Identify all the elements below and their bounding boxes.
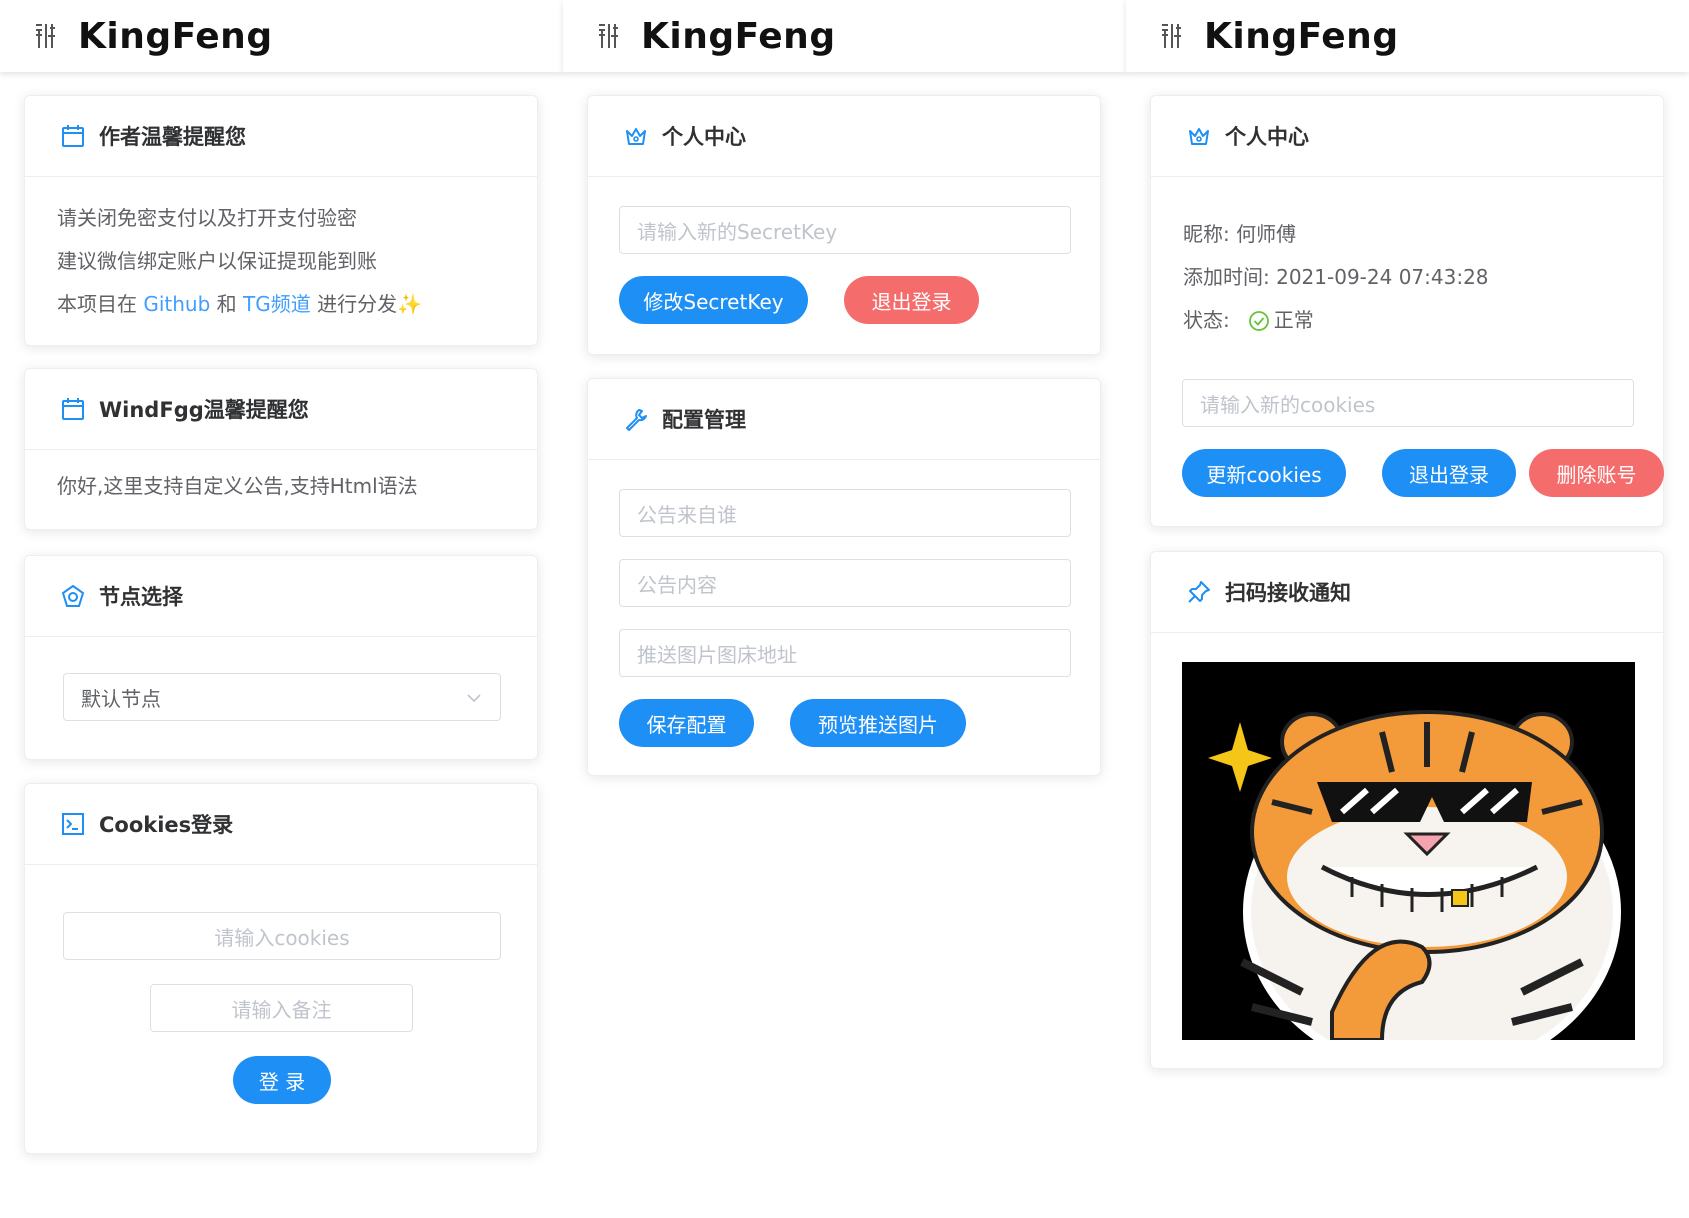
qr-notify-image [1182, 662, 1635, 1040]
push-image-url-input[interactable]: 推送图片图床地址 [619, 629, 1071, 677]
modify-secretkey-button[interactable]: 修改SecretKey [619, 276, 808, 324]
notice-line: 建议微信绑定账户以保证提现能到账 [57, 249, 377, 273]
config-card: 配置管理 公告来自谁 公告内容 推送图片图床地址 保存配置 预览推送图片 [587, 378, 1101, 776]
card-body: 你好,这里支持自定义公告,支持Html语法 [25, 450, 537, 508]
app-header: KingFeng [563, 0, 1126, 72]
terminal-icon [62, 813, 84, 835]
chevron-down-icon [467, 694, 481, 703]
node-select-value: 默认节点 [81, 686, 161, 711]
notice-text: 和 [210, 292, 244, 316]
notice-line: 请关闭免密支付以及打开支付验密 [57, 206, 357, 230]
card-header: 个人中心 [1151, 96, 1663, 177]
login-button[interactable]: 登 录 [233, 1056, 331, 1104]
column-secretkey: KingFeng 个人中心 请输入新的SecretKey 修改SecretKey… [563, 0, 1126, 1218]
card-body: 请关闭免密支付以及打开支付验密 建议微信绑定账户以保证提现能到账 本项目在 Gi… [25, 177, 537, 326]
card-header: 配置管理 [588, 379, 1100, 460]
announce-from-input[interactable]: 公告来自谁 [619, 489, 1071, 537]
logo-icon [36, 24, 55, 48]
check-circle-icon [1248, 310, 1269, 331]
new-cookies-input[interactable]: 请输入新的cookies [1182, 379, 1634, 427]
cookies-input[interactable]: 请输入cookies [63, 912, 501, 960]
notice-text: 本项目在 [57, 292, 144, 316]
card-header: 作者温馨提醒您 [25, 96, 537, 177]
notice-text: 进行分发 [310, 292, 398, 316]
brand-title: KingFeng [78, 15, 273, 57]
author-notice-card: 作者温馨提醒您 请关闭免密支付以及打开支付验密 建议微信绑定账户以保证提现能到账… [24, 95, 538, 346]
update-cookies-button[interactable]: 更新cookies [1182, 449, 1346, 497]
card-header: 扫码接收通知 [1151, 552, 1663, 633]
announce-content-input[interactable]: 公告内容 [619, 559, 1071, 607]
secretkey-input[interactable]: 请输入新的SecretKey [619, 206, 1071, 254]
column-account: KingFeng 个人中心 昵称: 何师傅 添加时间: 2021-09-24 0… [1126, 0, 1689, 1218]
wrench-icon [626, 409, 647, 431]
brand-title: KingFeng [641, 15, 836, 57]
cookies-login-card: Cookies登录 请输入cookies 请输入备注 登 录 [24, 783, 538, 1154]
status-value: 正常 [1273, 308, 1314, 332]
github-link[interactable]: Github [143, 292, 210, 316]
card-title: WindFgg温馨提醒您 [99, 398, 309, 422]
added-time-label: 添加时间: [1183, 265, 1270, 289]
card-header: 节点选择 [25, 556, 537, 637]
remark-input[interactable]: 请输入备注 [150, 984, 413, 1032]
nickname-label: 昵称: [1183, 222, 1230, 246]
account-center-card: 个人中心 昵称: 何师傅 添加时间: 2021-09-24 07:43:28 状… [1150, 95, 1664, 527]
card-title: 个人中心 [662, 125, 746, 149]
added-time-row: 添加时间: 2021-09-24 07:43:28 [1183, 256, 1663, 299]
admin-notice-card: WindFgg温馨提醒您 你好,这里支持自定义公告,支持Html语法 [24, 368, 538, 530]
status-label: 状态: [1183, 308, 1230, 332]
node-select[interactable]: 默认节点 [63, 673, 501, 721]
added-time-value: 2021-09-24 07:43:28 [1276, 265, 1489, 289]
crown-icon [626, 128, 646, 145]
qr-notify-card: 扫码接收通知 [1150, 551, 1664, 1069]
nickname-value: 何师傅 [1236, 222, 1297, 246]
pin-icon [1188, 581, 1210, 603]
notice-text: 你好,这里支持自定义公告,支持Html语法 [57, 474, 418, 498]
card-title: 配置管理 [662, 408, 746, 432]
status-row: 状态: 正常 [1183, 299, 1663, 342]
node-select-card: 节点选择 默认节点 [24, 555, 538, 760]
card-header: WindFgg温馨提醒您 [25, 369, 537, 450]
compass-icon [61, 584, 85, 607]
tg-channel-link[interactable]: TG频道 [243, 292, 311, 316]
crown-icon [1189, 128, 1209, 145]
save-config-button[interactable]: 保存配置 [619, 699, 754, 747]
nickname-row: 昵称: 何师傅 [1183, 213, 1663, 256]
logo-icon [599, 24, 618, 48]
logout-button[interactable]: 退出登录 [1382, 449, 1516, 497]
preview-image-button[interactable]: 预览推送图片 [790, 699, 966, 747]
calendar-icon [62, 398, 84, 420]
account-info: 昵称: 何师傅 添加时间: 2021-09-24 07:43:28 状态: 正常 [1151, 177, 1663, 342]
card-header: 个人中心 [588, 96, 1100, 177]
card-title: 扫码接收通知 [1225, 581, 1351, 605]
card-title: Cookies登录 [99, 813, 234, 837]
app-header: KingFeng [0, 0, 563, 72]
personal-center-card: 个人中心 请输入新的SecretKey 修改SecretKey 退出登录 [587, 95, 1101, 355]
notice-line: 本项目在 Github 和 TG频道 进行分发✨ [57, 283, 537, 326]
brand-title: KingFeng [1204, 15, 1399, 57]
card-header: Cookies登录 [25, 784, 537, 865]
card-title: 节点选择 [99, 585, 183, 609]
delete-account-button[interactable]: 删除账号 [1529, 449, 1664, 497]
card-title: 作者温馨提醒您 [99, 125, 246, 149]
logo-icon [1162, 24, 1181, 48]
logout-button[interactable]: 退出登录 [844, 276, 979, 324]
card-title: 个人中心 [1225, 125, 1309, 149]
column-login: KingFeng 作者温馨提醒您 请关闭免密支付以及打开支付验密 建议微信绑定账… [0, 0, 563, 1218]
sparkles-emoji: ✨ [397, 292, 423, 316]
app-header: KingFeng [1126, 0, 1689, 72]
calendar-icon [62, 125, 84, 147]
